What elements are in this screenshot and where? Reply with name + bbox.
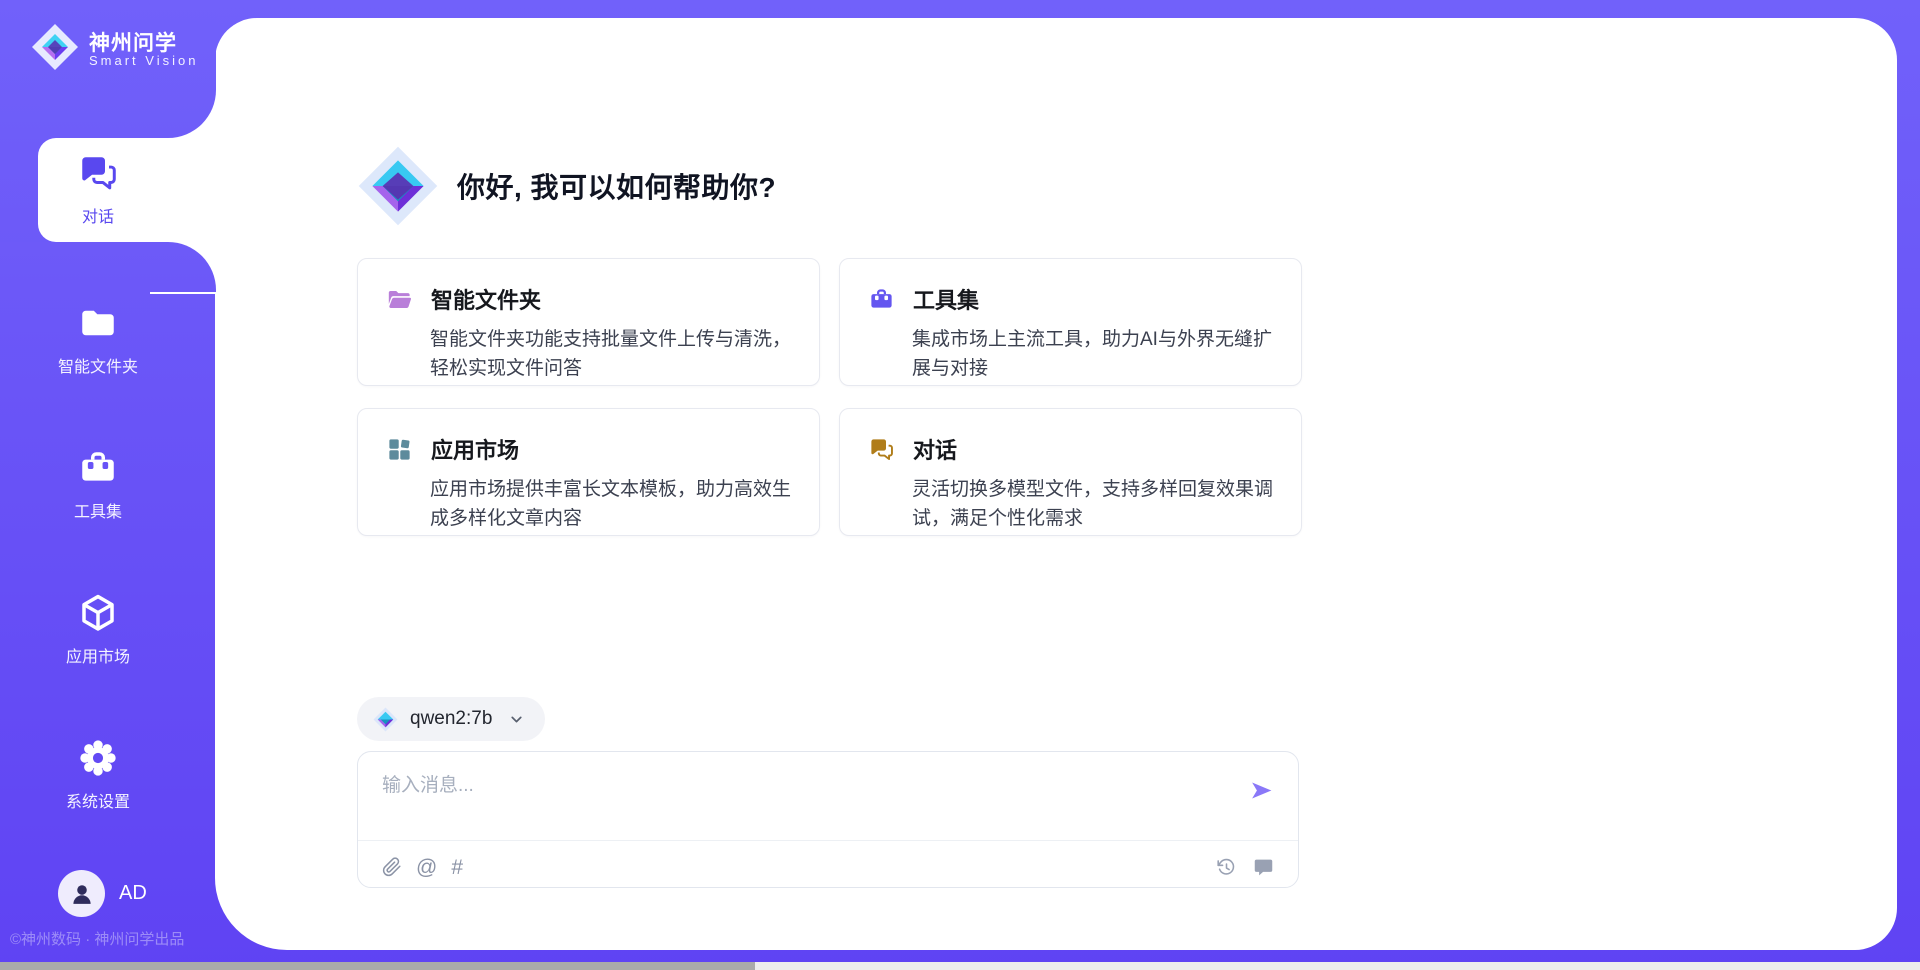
card-toolset[interactable]: 工具集 集成市场上主流工具，助力AI与外界无缝扩展与对接: [839, 258, 1302, 386]
card-title: 应用市场: [431, 433, 519, 465]
card-description: 智能文件夹功能支持批量文件上传与清洗，轻松实现文件问答: [430, 325, 802, 383]
gear-icon: [77, 737, 119, 779]
composer: @ #: [357, 751, 1299, 888]
sidebar-footer: ©神州数码 · 神州问学出品: [10, 928, 184, 949]
card-description: 灵活切换多模型文件，支持多样回复效果调试，满足个性化需求: [912, 475, 1284, 533]
model-selector[interactable]: qwen2:7b: [357, 697, 545, 741]
model-name: qwen2:7b: [410, 708, 492, 730]
hashtag-button[interactable]: #: [451, 857, 463, 878]
greeting: 你好, 我可以如何帮助你?: [357, 145, 776, 227]
send-icon: [1249, 778, 1274, 803]
card-description: 应用市场提供丰富长文本模板，助力高效生成多样化文章内容: [430, 475, 802, 533]
comments-button[interactable]: [1253, 857, 1274, 878]
hashtag-icon: #: [451, 857, 463, 878]
user-initials: AD: [119, 882, 147, 905]
cube-icon: [77, 592, 119, 634]
comment-icon: [1253, 857, 1274, 878]
sidebar-item-chat[interactable]: 对话: [0, 152, 196, 227]
feature-cards: 智能文件夹 智能文件夹功能支持批量文件上传与清洗，轻松实现文件问答 工具集 集成…: [357, 258, 1302, 536]
user-chip[interactable]: AD: [58, 870, 147, 917]
sidebar-item-label: 系统设置: [66, 788, 130, 812]
diamond-logo-icon: [373, 707, 398, 732]
card-title: 智能文件夹: [431, 283, 541, 315]
chat-icon: [868, 436, 895, 463]
chat-icon: [77, 152, 119, 194]
briefcase-icon: [868, 286, 895, 313]
message-input[interactable]: [382, 770, 1242, 832]
composer-divider: [358, 840, 1298, 841]
grid-icon: [386, 436, 413, 463]
card-smart-folder[interactable]: 智能文件夹 智能文件夹功能支持批量文件上传与清洗，轻松实现文件问答: [357, 258, 820, 386]
sidebar-item-label: 工具集: [74, 498, 122, 522]
attach-button[interactable]: [382, 857, 402, 877]
horizontal-scrollbar[interactable]: [0, 962, 1920, 970]
sidebar-item-label: 智能文件夹: [58, 353, 138, 377]
card-title: 工具集: [913, 283, 979, 315]
card-chat[interactable]: 对话 灵活切换多模型文件，支持多样回复效果调试，满足个性化需求: [839, 408, 1302, 536]
sidebar-item-label: 对话: [82, 203, 114, 227]
sidebar-item-settings[interactable]: 系统设置: [0, 737, 196, 812]
sidebar-item-label: 应用市场: [66, 643, 130, 667]
sidebar-item-folders[interactable]: 智能文件夹: [0, 302, 196, 377]
chevron-down-icon: [508, 711, 525, 728]
mention-button[interactable]: @: [416, 857, 437, 878]
card-app-market[interactable]: 应用市场 应用市场提供丰富长文本模板，助力高效生成多样化文章内容: [357, 408, 820, 536]
folder-open-icon: [386, 286, 413, 313]
history-button[interactable]: [1216, 857, 1237, 878]
scrollbar-thumb[interactable]: [0, 962, 755, 970]
sidebar: 对话 智能文件夹 工具集 应用市场: [0, 0, 196, 970]
at-icon: @: [416, 857, 437, 878]
toolbox-icon: [77, 447, 119, 489]
history-icon: [1216, 857, 1237, 878]
page-title: 你好, 我可以如何帮助你?: [457, 166, 776, 206]
greeting-logo-icon: [357, 145, 439, 227]
send-button[interactable]: [1249, 778, 1274, 803]
folder-icon: [77, 302, 119, 344]
card-description: 集成市场上主流工具，助力AI与外界无缝扩展与对接: [912, 325, 1284, 383]
card-title: 对话: [913, 433, 957, 465]
sidebar-item-market[interactable]: 应用市场: [0, 592, 196, 667]
paperclip-icon: [382, 857, 402, 877]
person-icon: [68, 880, 96, 908]
avatar: [58, 870, 105, 917]
sidebar-item-tools[interactable]: 工具集: [0, 447, 196, 522]
